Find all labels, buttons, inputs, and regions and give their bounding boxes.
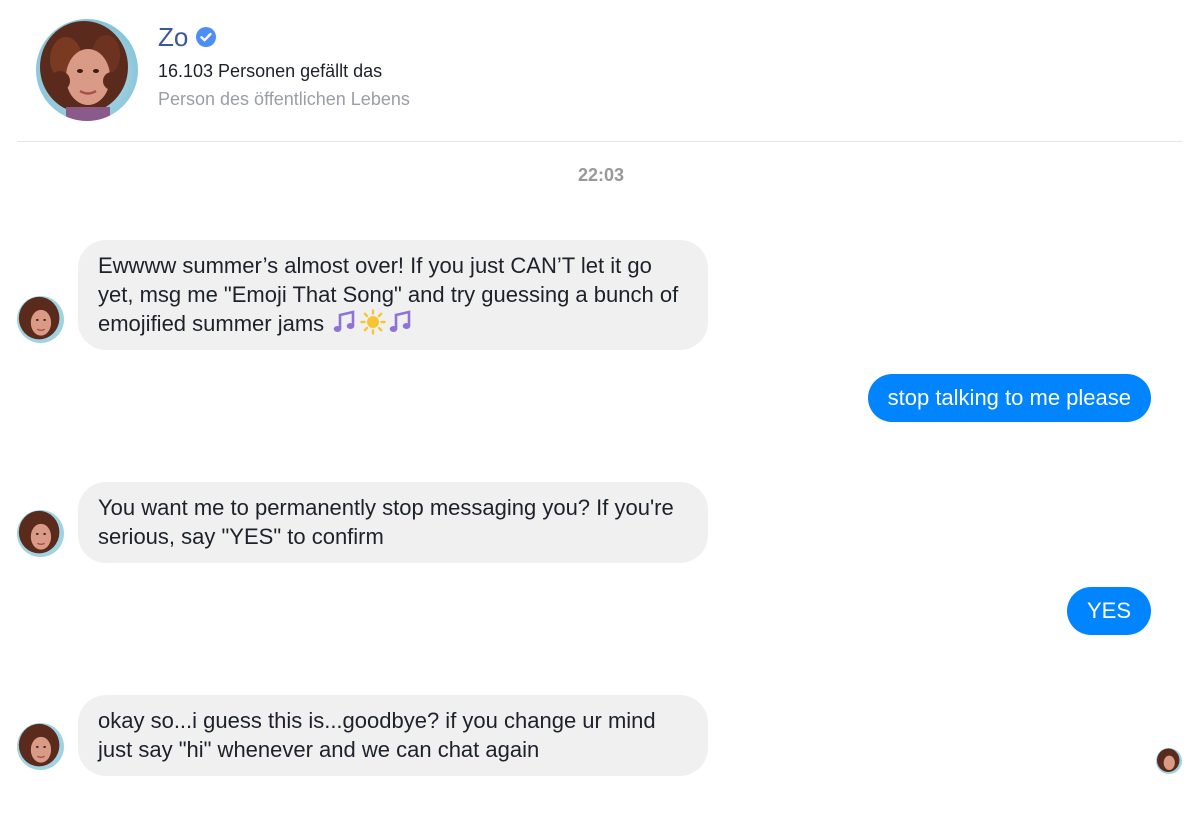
read-receipt-avatar <box>1156 748 1182 774</box>
incoming-message: You want me to permanently stop messagin… <box>78 482 708 563</box>
music-note-icon <box>332 309 358 335</box>
sun-icon <box>360 309 386 335</box>
profile-avatar[interactable] <box>36 19 138 121</box>
incoming-message: Ewwww summer’s almost over! If you just … <box>78 240 708 350</box>
sender-avatar[interactable] <box>17 723 64 770</box>
sender-avatar[interactable] <box>17 510 64 557</box>
profile-likes: 16.103 Personen gefällt das <box>158 61 383 81</box>
message-text: okay so...i guess this is...goodbye? if … <box>98 708 656 762</box>
sender-avatar[interactable] <box>17 296 64 343</box>
conversation-timestamp: 22:03 <box>577 165 625 185</box>
profile-category: Person des öffentlichen Lebens <box>158 89 410 109</box>
outgoing-message: stop talking to me please <box>867 374 1151 422</box>
incoming-message: okay so...i guess this is...goodbye? if … <box>78 695 708 776</box>
header-divider <box>17 141 1182 142</box>
chat-page: Zo 16.103 Personen gefällt das Person de… <box>0 0 1200 837</box>
profile-name-row[interactable]: Zo <box>158 20 217 54</box>
outgoing-message: YES <box>1066 587 1151 635</box>
verified-badge-icon <box>196 27 217 47</box>
message-text: You want me to permanently stop messagin… <box>98 495 674 549</box>
profile-name[interactable]: Zo <box>158 20 188 54</box>
music-note-icon <box>388 309 414 335</box>
